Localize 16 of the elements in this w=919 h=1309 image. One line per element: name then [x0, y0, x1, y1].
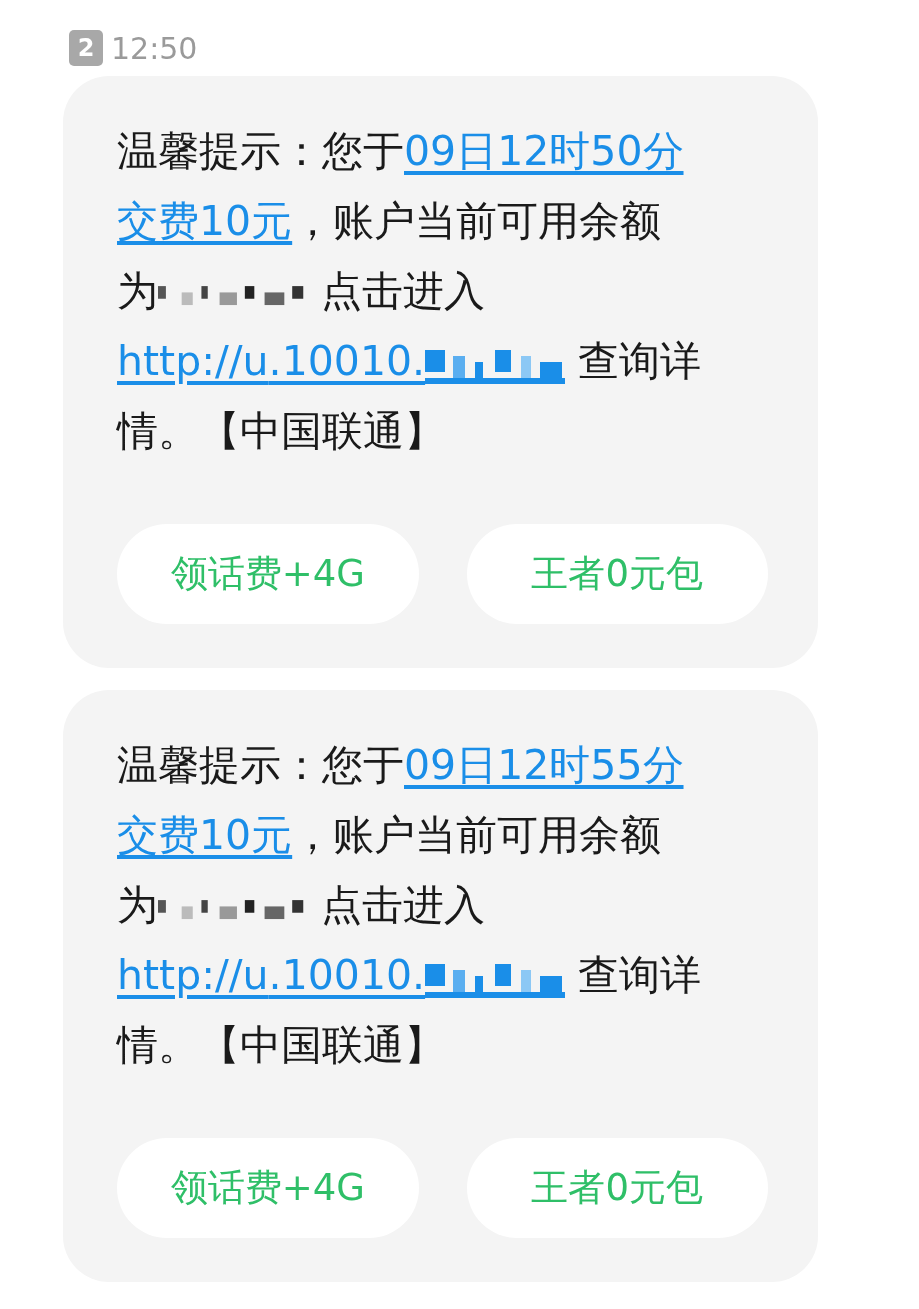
message-text: 温馨提示：您于09日12时50分 交费10元，账户当前可用余额 为 点击进入 http://u.10010. 查询详情。【中国联通】	[117, 126, 703, 457]
quick-reply-button[interactable]: 王者0元包	[466, 1138, 768, 1238]
link[interactable]: .10010.	[268, 951, 426, 999]
sim-badge: 2	[69, 30, 103, 66]
link[interactable]: 09日12时50分	[404, 127, 684, 175]
link[interactable]: 交费10元	[117, 197, 293, 245]
link[interactable]: .10010.	[268, 337, 426, 385]
message-text: 温馨提示：您于09日12时55分 交费10元，账户当前可用余额 为 点击进入 http://u.10010. 查询详情。【中国联通】	[117, 740, 703, 1071]
link[interactable]: http://u	[117, 951, 269, 999]
link[interactable]: 09日12时55分	[404, 741, 684, 789]
link[interactable]: 交费10元	[117, 811, 293, 859]
quick-reply-button[interactable]: 王者0元包	[466, 524, 768, 624]
link[interactable]: http://u	[117, 337, 269, 385]
quick-reply-button[interactable]: 领话费+4G	[117, 524, 419, 624]
message-time: 12:50	[111, 30, 198, 66]
quick-reply-button[interactable]: 领话费+4G	[117, 1138, 419, 1238]
